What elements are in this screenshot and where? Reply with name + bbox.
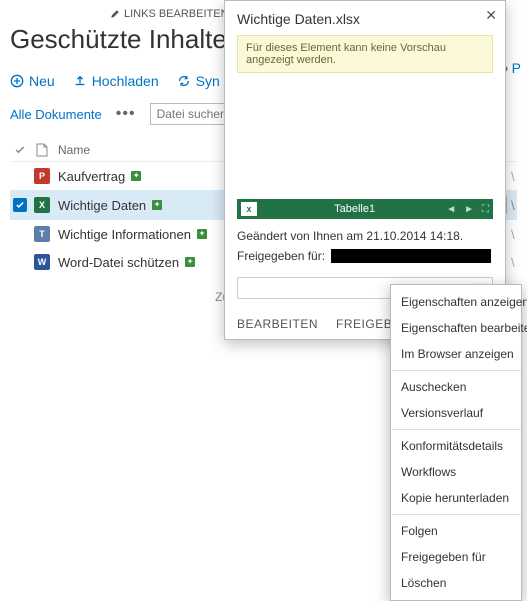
- check-icon: [13, 198, 27, 212]
- xls-file-icon: X: [30, 197, 54, 213]
- menu-item[interactable]: Kopie herunterladen: [391, 485, 521, 511]
- context-menu: Eigenschaften anzeigenEigenschaften bear…: [390, 284, 522, 601]
- new-badge: ✦: [131, 171, 141, 181]
- plus-circle-icon: [10, 74, 24, 88]
- edit-action[interactable]: BEARBEITEN: [237, 317, 318, 331]
- check-icon: [14, 144, 26, 156]
- new-badge: ✦: [152, 200, 162, 210]
- file-name[interactable]: Wichtige Informationen: [58, 227, 191, 242]
- sheet-expand-icon[interactable]: ⛶: [482, 204, 489, 215]
- no-preview-message: Für dieses Element kann keine Vorschau a…: [237, 35, 493, 73]
- file-name[interactable]: Kaufvertrag: [58, 169, 125, 184]
- pencil-icon: [110, 9, 120, 19]
- shared-label: Freigegeben für:: [237, 249, 325, 263]
- sync-button[interactable]: Syn: [177, 73, 220, 89]
- panel-title: Wichtige Daten.xlsx: [237, 11, 493, 27]
- upload-button[interactable]: Hochladen: [73, 73, 159, 89]
- menu-item[interactable]: Auschecken: [391, 374, 521, 400]
- close-icon[interactable]: ✕: [485, 7, 497, 24]
- menu-item[interactable]: Konformitätsdetails: [391, 433, 521, 459]
- menu-separator: [391, 370, 521, 371]
- txt-file-icon: T: [30, 226, 54, 242]
- file-type-header-icon: [30, 143, 54, 157]
- row-extra: \: [511, 255, 517, 270]
- sheet-tab[interactable]: Tabelle1: [263, 203, 446, 215]
- excel-icon: x: [241, 202, 257, 216]
- sync-label: Syn: [196, 73, 220, 89]
- menu-item[interactable]: Folgen: [391, 518, 521, 544]
- menu-item[interactable]: Versionsverlauf: [391, 400, 521, 426]
- new-button[interactable]: Neu: [10, 73, 55, 89]
- new-label: Neu: [29, 73, 55, 89]
- new-badge: ✦: [197, 229, 207, 239]
- shared-value-redacted: [331, 249, 491, 263]
- upload-label: Hochladen: [92, 73, 159, 89]
- row-extra: \: [511, 169, 517, 184]
- file-name[interactable]: Word-Datei schützen: [58, 255, 179, 270]
- sheet-prev-icon[interactable]: ◄: [446, 204, 456, 215]
- menu-separator: [391, 514, 521, 515]
- recycle-label: P: [512, 60, 521, 76]
- menu-item[interactable]: Eigenschaften anzeigen: [391, 289, 521, 315]
- upload-icon: [73, 74, 87, 88]
- modified-info: Geändert von Ihnen am 21.10.2014 14:18.: [237, 229, 493, 243]
- row-checkbox[interactable]: [10, 198, 30, 212]
- edit-links-label: LINKS BEARBEITEN: [124, 8, 229, 20]
- menu-item[interactable]: Im Browser anzeigen: [391, 341, 521, 367]
- sheet-next-icon[interactable]: ►: [464, 204, 474, 215]
- row-extra: \: [511, 227, 517, 242]
- view-more-icon[interactable]: •••: [114, 106, 138, 122]
- menu-item[interactable]: Freigegeben für: [391, 544, 521, 570]
- all-documents-link[interactable]: Alle Dokumente: [10, 107, 102, 122]
- row-extra: \: [511, 198, 517, 213]
- menu-separator: [391, 429, 521, 430]
- file-name[interactable]: Wichtige Daten: [58, 198, 146, 213]
- preview-body: [237, 79, 493, 199]
- pdf-file-icon: P: [30, 168, 54, 184]
- shared-with: Freigegeben für:: [237, 249, 493, 263]
- menu-item[interactable]: Eigenschaften bearbeiten: [391, 315, 521, 341]
- sync-icon: [177, 74, 191, 88]
- new-badge: ✦: [185, 257, 195, 267]
- menu-item[interactable]: Löschen: [391, 570, 521, 596]
- select-all-checkbox[interactable]: [10, 144, 30, 156]
- sheet-bar: x Tabelle1 ◄ ► ⛶: [237, 199, 493, 219]
- menu-item[interactable]: Workflows: [391, 459, 521, 485]
- doc-file-icon: W: [30, 254, 54, 270]
